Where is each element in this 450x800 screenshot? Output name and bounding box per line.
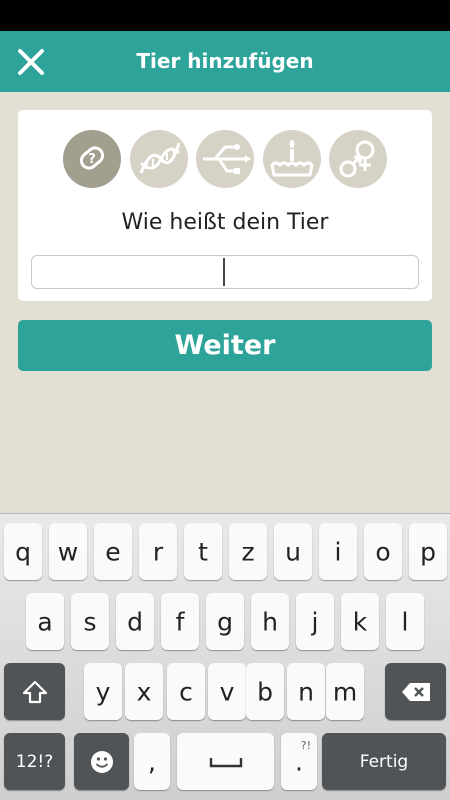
soft-keyboard: q w e r t z u i o p a s d f g h j k l y … bbox=[0, 513, 450, 800]
usb-branch-icon bbox=[196, 130, 254, 188]
dna-icon bbox=[130, 130, 188, 188]
key-t[interactable]: t bbox=[184, 523, 222, 580]
smiley-icon bbox=[90, 750, 113, 773]
key-d[interactable]: d bbox=[116, 593, 154, 650]
page-title: Tier hinzufügen bbox=[136, 49, 314, 73]
key-m[interactable]: m bbox=[326, 663, 364, 720]
key-u[interactable]: u bbox=[274, 523, 312, 580]
close-button[interactable] bbox=[12, 43, 50, 81]
shift-arrow-icon bbox=[22, 680, 47, 703]
step-breed bbox=[129, 129, 189, 189]
key-j[interactable]: j bbox=[296, 593, 334, 650]
comma-key[interactable]: , bbox=[134, 733, 170, 790]
key-c[interactable]: c bbox=[167, 663, 205, 720]
space-key[interactable] bbox=[177, 733, 274, 790]
continue-button[interactable]: Weiter bbox=[18, 320, 432, 371]
key-k[interactable]: k bbox=[341, 593, 379, 650]
key-i[interactable]: i bbox=[319, 523, 357, 580]
pet-tag-icon: ? bbox=[63, 130, 121, 188]
status-bar bbox=[0, 0, 450, 31]
gender-icon bbox=[329, 130, 387, 188]
form-card: ? Wie heißt dein Tier bbox=[18, 110, 432, 301]
key-o[interactable]: o bbox=[364, 523, 402, 580]
key-z[interactable]: z bbox=[229, 523, 267, 580]
key-a[interactable]: a bbox=[26, 593, 64, 650]
step-birthday bbox=[262, 129, 322, 189]
app-bar: Tier hinzufügen bbox=[0, 31, 450, 92]
content-area: ? Wie heißt dein Tier Weiter bbox=[0, 92, 450, 513]
shift-key[interactable] bbox=[4, 663, 65, 720]
key-p[interactable]: p bbox=[409, 523, 447, 580]
key-w[interactable]: w bbox=[49, 523, 87, 580]
step-type bbox=[195, 129, 255, 189]
step-gender bbox=[328, 129, 388, 189]
key-l[interactable]: l bbox=[386, 593, 424, 650]
period-key[interactable]: ?! . bbox=[281, 733, 317, 790]
symbols-mode-key[interactable]: 12!? bbox=[4, 733, 65, 790]
name-question-label: Wie heißt dein Tier bbox=[121, 210, 329, 235]
key-v[interactable]: v bbox=[208, 663, 246, 720]
key-h[interactable]: h bbox=[251, 593, 289, 650]
key-q[interactable]: q bbox=[4, 523, 42, 580]
key-g[interactable]: g bbox=[206, 593, 244, 650]
key-y[interactable]: y bbox=[84, 663, 122, 720]
space-bar-icon bbox=[209, 757, 242, 767]
key-b[interactable]: b bbox=[246, 663, 284, 720]
step-indicator: ? bbox=[62, 129, 388, 189]
pet-name-input[interactable] bbox=[31, 255, 419, 289]
backspace-key[interactable] bbox=[385, 663, 446, 720]
emoji-key[interactable] bbox=[74, 733, 129, 790]
key-r[interactable]: r bbox=[139, 523, 177, 580]
step-name: ? bbox=[62, 129, 122, 189]
key-f[interactable]: f bbox=[161, 593, 199, 650]
done-key[interactable]: Fertig bbox=[322, 733, 446, 790]
backspace-icon bbox=[401, 682, 430, 701]
close-icon bbox=[18, 49, 44, 75]
birthday-cake-icon bbox=[263, 130, 321, 188]
key-s[interactable]: s bbox=[71, 593, 109, 650]
key-x[interactable]: x bbox=[125, 663, 163, 720]
svg-text:?: ? bbox=[88, 152, 96, 167]
text-cursor bbox=[223, 258, 225, 286]
key-n[interactable]: n bbox=[287, 663, 325, 720]
key-e[interactable]: e bbox=[94, 523, 132, 580]
